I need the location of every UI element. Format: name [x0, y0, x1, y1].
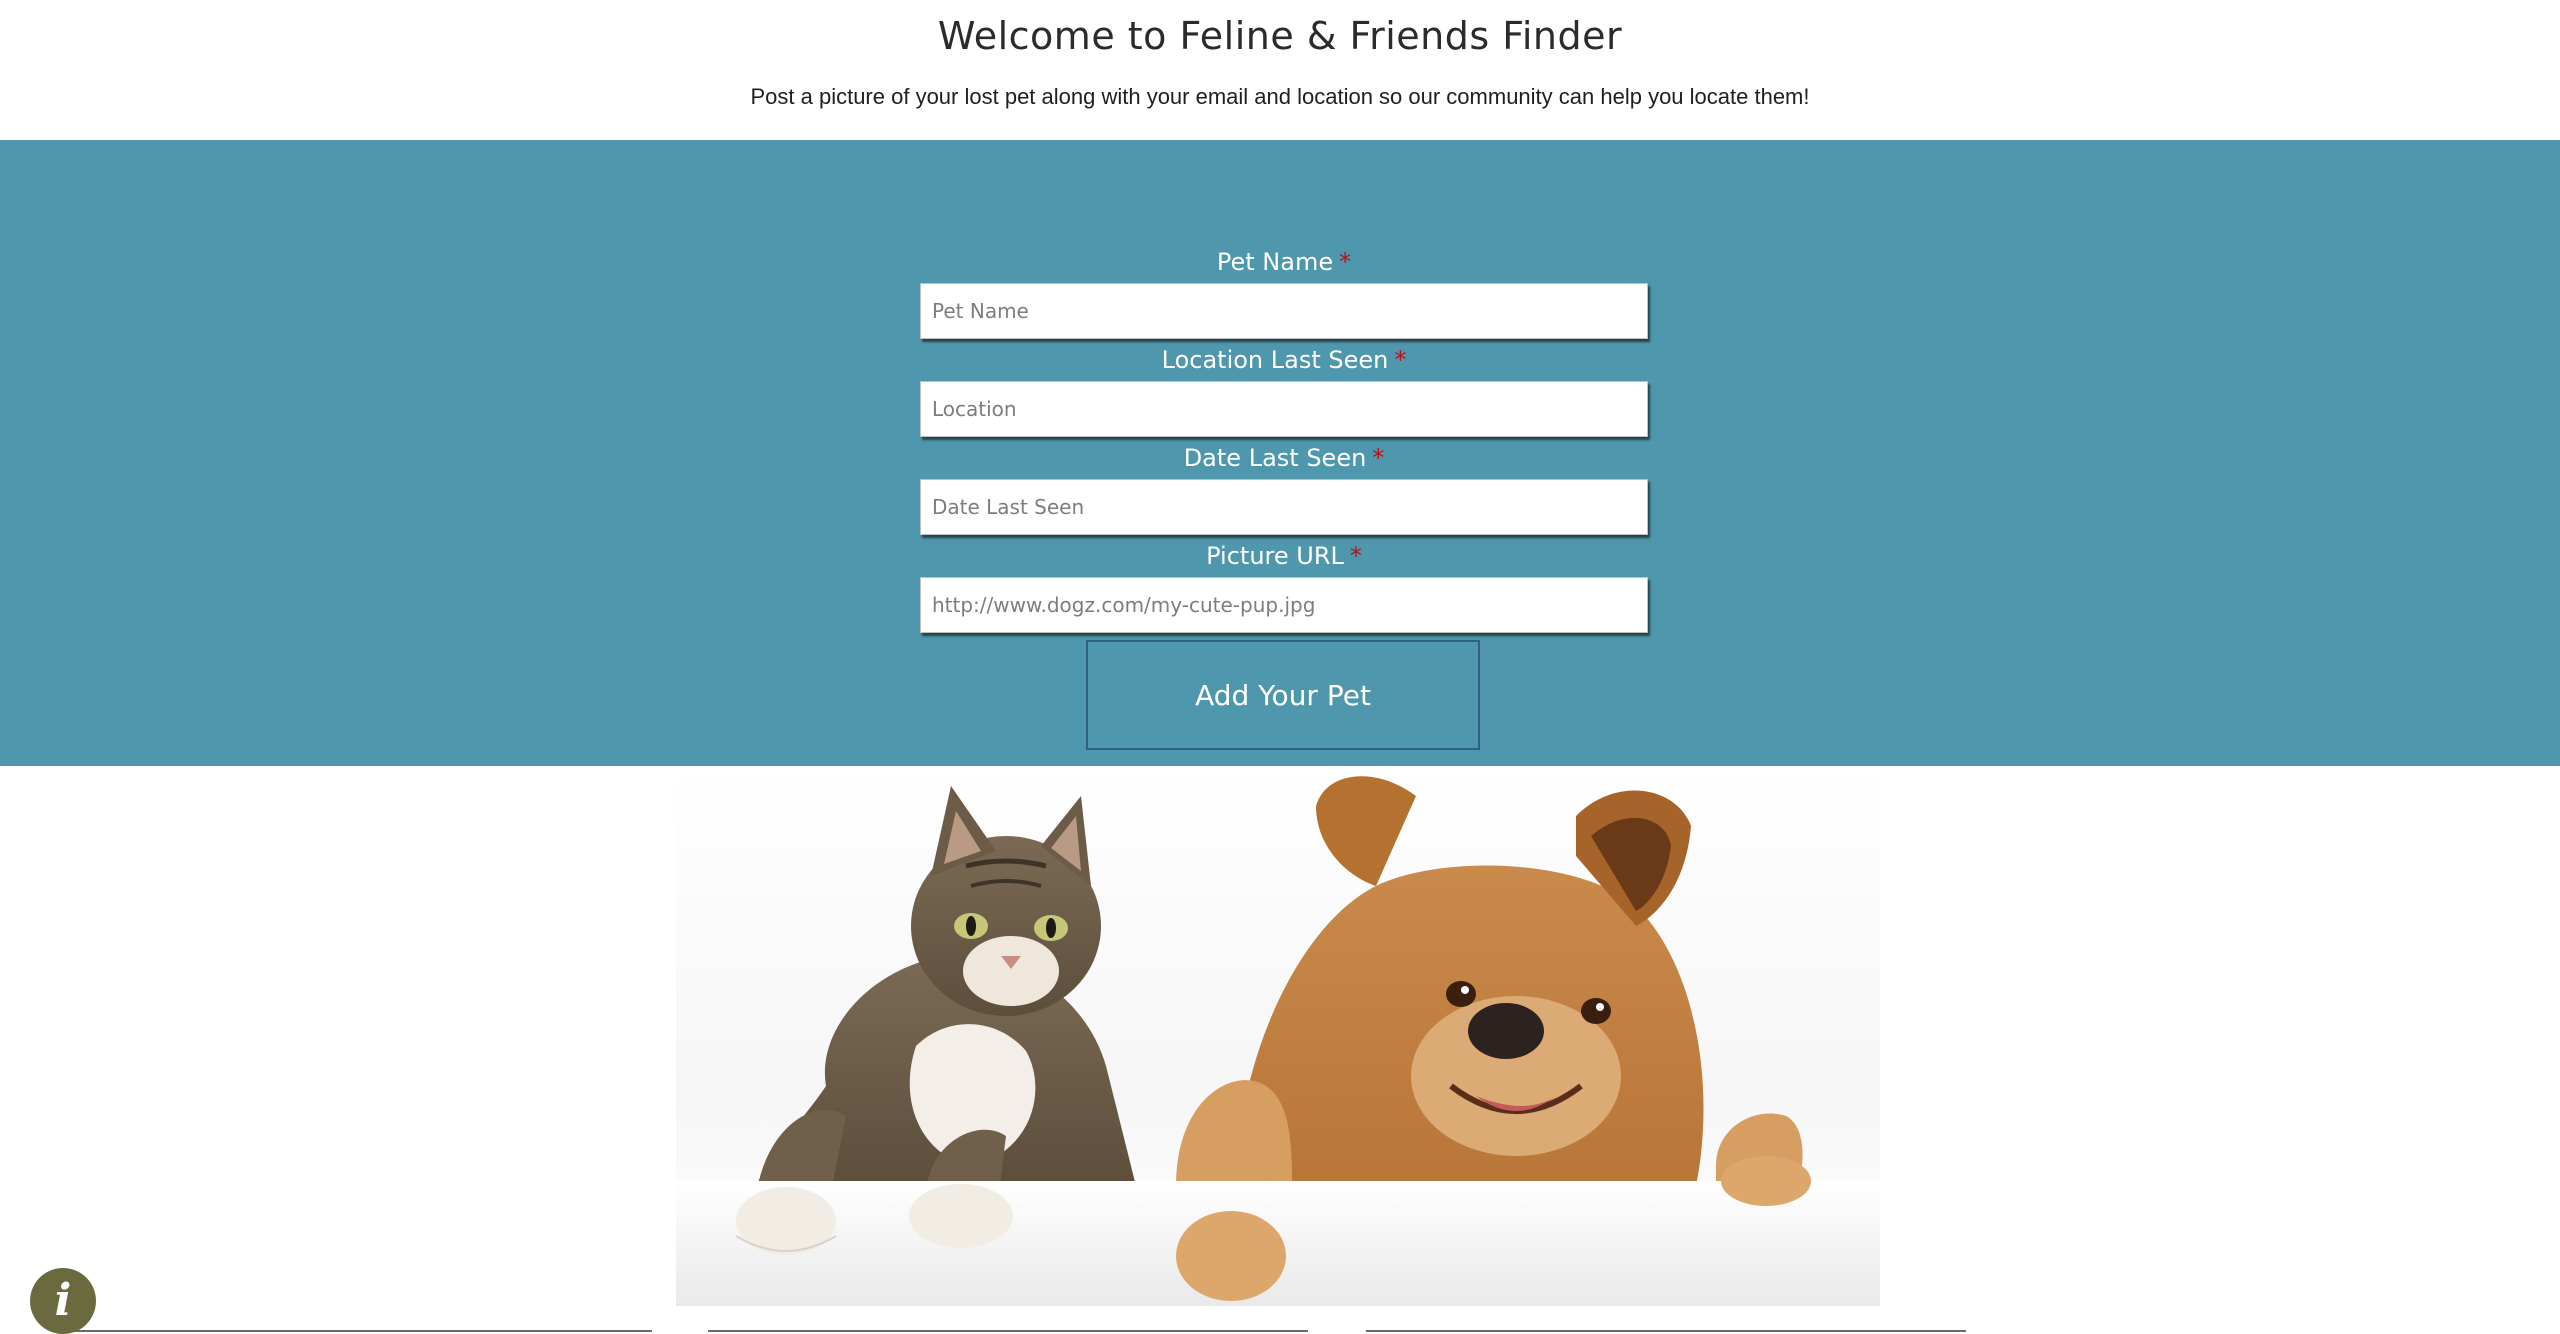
location-input[interactable]	[920, 381, 1648, 437]
required-marker: *	[1339, 248, 1352, 276]
pet-name-label: Pet Name *	[920, 245, 1648, 283]
info-icon: i	[54, 1275, 72, 1326]
lost-pet-form: Pet Name* Location Last Seen* Date Last …	[920, 245, 1648, 637]
divider-right	[1366, 1330, 1966, 1332]
form-band: Pet Name* Location Last Seen* Date Last …	[0, 140, 2560, 766]
info-button[interactable]: i	[30, 1268, 96, 1334]
divider-left	[52, 1330, 652, 1332]
date-label: Date Last Seen *	[920, 441, 1648, 479]
cat-and-dog-image	[676, 766, 1880, 1306]
picture-url-field: Picture URL *	[920, 539, 1648, 637]
date-input[interactable]	[920, 479, 1648, 535]
date-label-text: Date Last Seen	[1183, 444, 1367, 472]
page-subtitle: Post a picture of your lost pet along wi…	[750, 84, 1810, 109]
picture-url-label-text: Picture URL	[1206, 542, 1344, 570]
add-your-pet-button[interactable]: Add Your Pet	[1086, 640, 1480, 750]
header: Welcome to Feline & Friends Finder Post …	[0, 0, 2560, 140]
required-marker: *	[1372, 444, 1385, 472]
picture-url-input[interactable]	[920, 577, 1648, 633]
location-label: Location Last Seen *	[920, 343, 1648, 381]
location-label-text: Location Last Seen	[1161, 346, 1389, 374]
picture-url-label: Picture URL *	[920, 539, 1648, 577]
page-title: Welcome to Feline & Friends Finder	[937, 14, 1623, 58]
pet-name-label-text: Pet Name	[1216, 248, 1334, 276]
date-field: Date Last Seen *	[920, 441, 1648, 539]
location-field: Location Last Seen *	[920, 343, 1648, 441]
divider-center	[708, 1330, 1308, 1332]
pet-name-field: Pet Name *	[920, 245, 1648, 343]
pet-name-input[interactable]	[920, 283, 1648, 339]
required-marker: *	[1349, 542, 1362, 570]
required-marker: *	[1394, 346, 1407, 374]
page: Welcome to Feline & Friends Finder Post …	[0, 0, 2560, 1334]
cat-and-dog-illustration	[676, 776, 1880, 1306]
